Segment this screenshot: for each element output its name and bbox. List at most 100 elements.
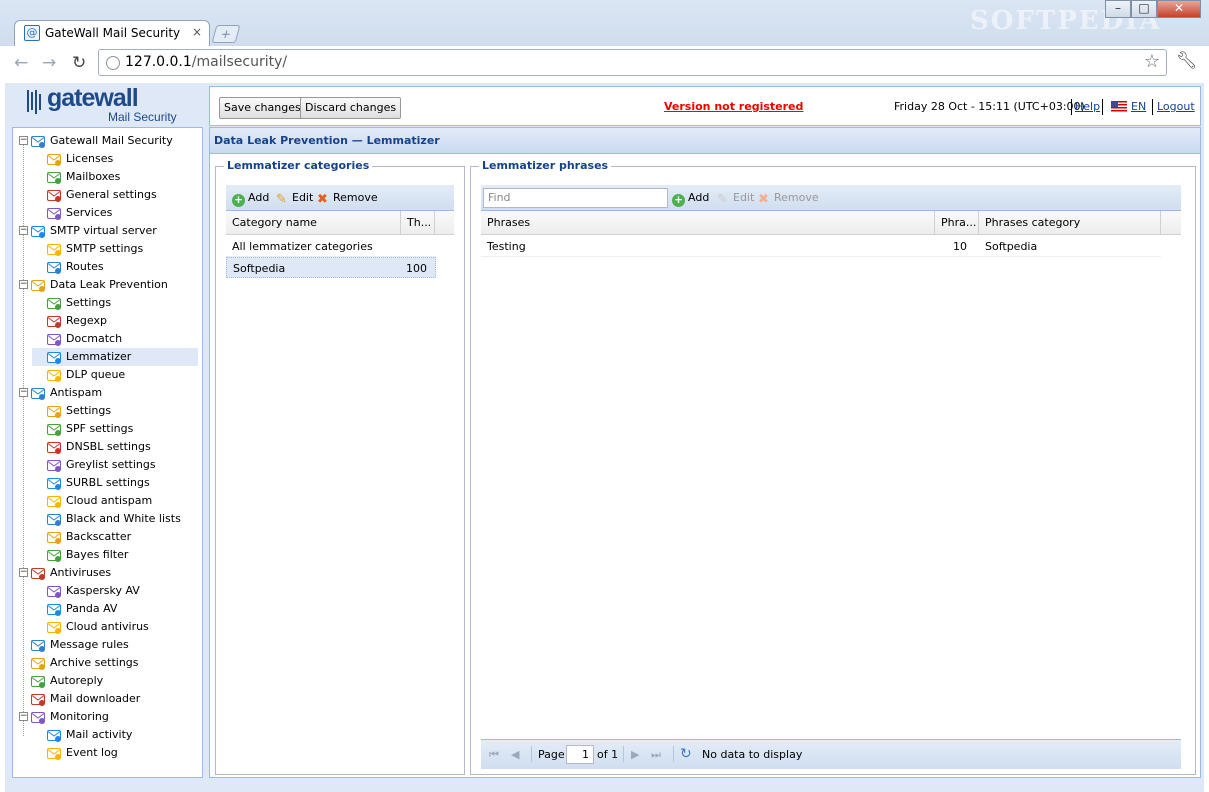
category-row[interactable]: All lemmatizer categories — [226, 236, 436, 257]
mail-activity-icon — [46, 727, 62, 743]
back-icon[interactable]: ← — [14, 53, 28, 73]
tree-item[interactable]: Event log — [32, 744, 198, 762]
phrases-fieldset: Lemmatizer phrases Find + Add ✎ Edit ✖ Remo… — [470, 159, 1196, 775]
tree-item[interactable]: Services — [32, 204, 198, 222]
bookmark-star-icon[interactable]: ☆ — [1144, 51, 1160, 72]
next-page-icon[interactable]: ▶ — [631, 748, 639, 761]
maximize-icon[interactable]: □ — [1131, 0, 1157, 18]
antivirus-icon — [30, 565, 46, 581]
collapse-toggle-icon[interactable]: − — [19, 280, 28, 289]
tree-item[interactable]: Cloud antispam — [32, 492, 198, 510]
tree-item[interactable]: DLP queue — [32, 366, 198, 384]
add-phrase-button[interactable]: + Add — [672, 191, 709, 207]
column-header-phrases-category[interactable]: Phrases category — [979, 211, 1161, 235]
tree-item[interactable]: Licenses — [32, 150, 198, 168]
remove-phrase-button[interactable]: ✖ Remove — [758, 191, 819, 206]
category-row[interactable]: Softpedia 100 — [226, 257, 436, 278]
collapse-toggle-icon[interactable]: − — [19, 226, 28, 235]
forward-icon[interactable]: → — [42, 53, 56, 73]
tree-item[interactable]: Regexp — [32, 312, 198, 330]
collapse-toggle-icon[interactable]: − — [19, 136, 28, 145]
tree-item[interactable]: − Data Leak Prevention — [16, 276, 198, 294]
last-page-icon[interactable]: ⏭ — [651, 748, 661, 762]
column-header-phrases[interactable]: Phrases — [481, 211, 935, 235]
tree-item[interactable]: − Monitoring — [16, 708, 198, 726]
tree-item[interactable]: − Antispam — [16, 384, 198, 402]
us-flag-icon[interactable] — [1111, 101, 1127, 112]
tree-item[interactable]: Message rules — [16, 636, 198, 654]
tree-item[interactable]: SPF settings — [32, 420, 198, 438]
phrase-row[interactable]: Testing 10 Softpedia — [481, 236, 1161, 257]
save-changes-button[interactable]: Save changes — [219, 97, 306, 119]
remove-category-button[interactable]: ✖ Remove — [317, 191, 378, 206]
refresh-icon[interactable]: ↻ — [680, 746, 692, 762]
browser-tab[interactable]: @ GateWall Mail Security × — [14, 20, 210, 46]
tree-item[interactable]: DNSBL settings — [32, 438, 198, 456]
window-close-icon[interactable]: ✕ — [1157, 0, 1201, 18]
tree-item[interactable]: Routes — [32, 258, 198, 276]
minimize-icon[interactable]: – — [1105, 0, 1131, 18]
tree-item-label: Gatewall Mail Security — [50, 134, 173, 147]
category-name: Softpedia — [233, 262, 286, 275]
edit-phrase-button[interactable]: ✎ Edit — [717, 191, 754, 206]
column-header-category-name[interactable]: Category name — [226, 211, 401, 235]
collapse-toggle-icon[interactable]: − — [19, 388, 28, 397]
tree-item[interactable]: Panda AV — [32, 600, 198, 618]
logout-link[interactable]: Logout — [1157, 100, 1195, 113]
tree-item[interactable]: Greylist settings — [32, 456, 198, 474]
registration-link[interactable]: Version not registered — [664, 100, 803, 113]
tree-item[interactable]: Mail downloader — [16, 690, 198, 708]
tree-item[interactable]: − Antiviruses — [16, 564, 198, 582]
page-number-input[interactable]: 1 — [566, 745, 594, 764]
tree-item-label: SMTP virtual server — [50, 224, 157, 237]
page-label: Page — [538, 748, 565, 761]
tree-item[interactable]: Mailboxes — [32, 168, 198, 186]
tree-item[interactable]: Settings — [32, 294, 198, 312]
help-link[interactable]: Help — [1075, 100, 1100, 113]
edit-category-button[interactable]: ✎ Edit — [276, 191, 313, 206]
logo-subtitle: Mail Security — [108, 110, 177, 124]
address-bar[interactable]: 127.0.0.1/mailsecurity/ ☆ — [98, 49, 1167, 76]
column-header-threshold[interactable]: Th... — [401, 211, 435, 235]
tree-item[interactable]: Settings — [32, 402, 198, 420]
tab-close-icon[interactable]: × — [192, 25, 202, 39]
column-header-phrase-count[interactable]: Phra... — [935, 211, 979, 235]
tree-item[interactable]: Backscatter — [32, 528, 198, 546]
general-settings-icon — [46, 187, 62, 203]
new-tab-button[interactable]: + — [211, 25, 241, 43]
tree-item[interactable]: Autoreply — [16, 672, 198, 690]
collapse-toggle-icon[interactable]: − — [19, 568, 28, 577]
tree-item[interactable]: Mail activity — [32, 726, 198, 744]
archive-icon — [30, 655, 46, 671]
reload-icon[interactable]: ↻ — [72, 53, 86, 73]
tree-item[interactable]: − Gatewall Mail Security — [16, 132, 198, 150]
tree-item[interactable]: Black and White lists — [32, 510, 198, 528]
logo-bars — [27, 90, 41, 114]
tree-item[interactable]: Bayes filter — [32, 546, 198, 564]
tree-item[interactable]: SMTP settings — [32, 240, 198, 258]
tree-item[interactable]: Docmatch — [32, 330, 198, 348]
tree-item[interactable]: Archive settings — [16, 654, 198, 672]
tree-item[interactable]: Kaspersky AV — [32, 582, 198, 600]
tree-item[interactable]: SURBL settings — [32, 474, 198, 492]
wrench-icon[interactable]: 🔧︎ — [1176, 51, 1198, 71]
tree-item[interactable]: General settings — [32, 186, 198, 204]
page-count: of 1 — [597, 748, 619, 761]
tree-item[interactable]: − SMTP virtual server — [16, 222, 198, 240]
collapse-toggle-icon[interactable]: − — [19, 712, 28, 721]
greylist-icon — [46, 457, 62, 473]
add-category-button[interactable]: + Add — [232, 191, 269, 207]
tab-title: GateWall Mail Security — [45, 26, 181, 40]
remove-icon: ✖ — [317, 192, 328, 207]
language-link[interactable]: EN — [1131, 100, 1146, 113]
tree-item-label: Mail downloader — [50, 692, 141, 705]
tree-item[interactable]: Lemmatizer — [32, 348, 198, 366]
first-page-icon[interactable]: ⏮ — [489, 748, 499, 762]
tree-item-label: Greylist settings — [66, 458, 156, 471]
prev-page-icon[interactable]: ◀ — [511, 748, 519, 761]
category-name: All lemmatizer categories — [232, 240, 373, 253]
find-input[interactable]: Find — [483, 188, 668, 208]
discard-changes-button[interactable]: Discard changes — [300, 97, 402, 119]
tree-item-label: Docmatch — [66, 332, 123, 345]
tree-item[interactable]: Cloud antivirus — [32, 618, 198, 636]
